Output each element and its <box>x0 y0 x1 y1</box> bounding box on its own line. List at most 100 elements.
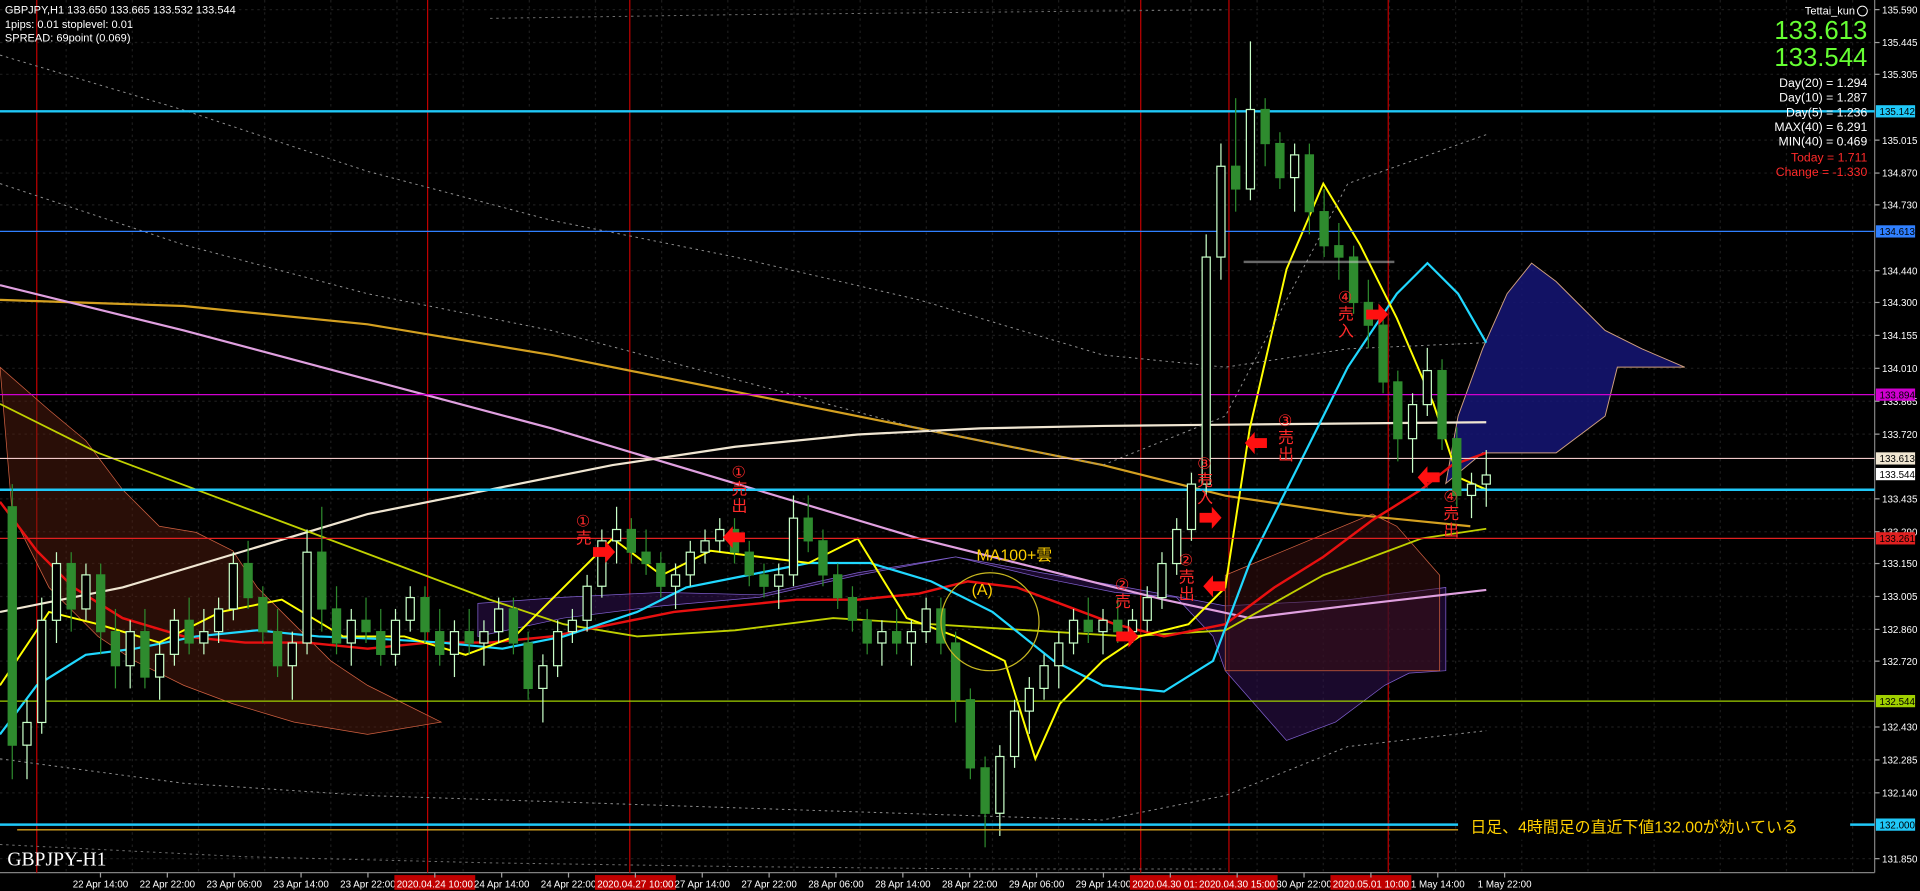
price-tag-label: 133.894 <box>1880 390 1916 401</box>
annotation-4-sell: ④ 売入 <box>1338 289 1354 340</box>
candle-body <box>22 721 32 746</box>
candle-body <box>317 551 327 610</box>
candle-body <box>788 517 799 576</box>
candle-body <box>774 574 784 587</box>
y-tick-label: 132.860 <box>1882 625 1918 636</box>
x-tick-label: 23 Apr 14:00 <box>273 879 329 890</box>
candle-body <box>1481 474 1491 485</box>
x-tick-label: 24 Apr 22:00 <box>541 879 597 890</box>
candle-body <box>331 608 342 644</box>
candle-body <box>1039 665 1049 690</box>
candle-body <box>420 596 430 633</box>
x-tick-label: 1 May 14:00 <box>1411 879 1465 890</box>
candle-body <box>1334 245 1344 258</box>
candle-body <box>1289 154 1300 179</box>
x-tick-label: 22 Apr 22:00 <box>140 879 196 890</box>
annotation-1-sell: ①売 <box>576 513 592 547</box>
candle-body <box>1157 562 1167 599</box>
annotation-ma-cloud: MA100+雲 <box>977 548 1053 565</box>
x-tick-label: 2020.04.27 10:00 <box>597 879 674 890</box>
candle-body <box>66 562 76 610</box>
candle-body <box>1378 324 1388 383</box>
y-tick-label: 135.445 <box>1882 38 1918 49</box>
hud-stat: Day(5) = 1.236 <box>1786 105 1868 119</box>
candle-body <box>847 596 858 621</box>
candle-body <box>803 517 813 542</box>
hud-bid: 133.613 <box>1774 17 1867 45</box>
candle-body <box>346 619 356 644</box>
candle-body <box>258 596 268 633</box>
x-tick-label: 27 Apr 14:00 <box>674 879 730 890</box>
candle-body <box>862 619 872 644</box>
y-tick-label: 132.285 <box>1882 756 1918 767</box>
hud-stat: Day(20) = 1.294 <box>1779 76 1867 90</box>
y-tick-label: 134.300 <box>1882 298 1918 309</box>
candle-body <box>1437 369 1447 440</box>
candle-body <box>626 528 636 553</box>
x-tick-label: 22 Apr 14:00 <box>73 879 129 890</box>
y-tick-label: 133.720 <box>1882 430 1918 441</box>
price-tag-label: 132.000 <box>1880 820 1916 831</box>
x-tick-label: 27 Apr 22:00 <box>741 879 797 890</box>
candle-body <box>833 574 843 599</box>
price-tag-label: 133.261 <box>1880 534 1915 545</box>
candle-body <box>1260 108 1270 145</box>
y-tick-label: 134.730 <box>1882 201 1918 212</box>
symbol-label: GBPJPY-H1 <box>7 849 106 870</box>
candle-body <box>744 551 754 576</box>
candle-body <box>213 608 224 633</box>
candle-body <box>538 665 548 690</box>
y-tick-label: 132.430 <box>1882 723 1918 734</box>
candle-body <box>81 574 91 610</box>
candle-body <box>1186 483 1197 531</box>
header-line-2: 1pips: 0.01 stoplevel: 0.01 <box>5 19 133 31</box>
candle-body <box>656 562 666 587</box>
annotation-2-sell: ②売 <box>1115 577 1131 611</box>
annotation-3-exit: ③ 売出 <box>1278 413 1294 464</box>
candle-body <box>51 562 62 621</box>
candle-body <box>1275 142 1285 179</box>
candle-body <box>287 642 297 667</box>
price-tag-label: 132.544 <box>1880 697 1916 708</box>
x-tick-label: 28 Apr 14:00 <box>875 879 931 890</box>
candle-body <box>435 631 445 655</box>
candle-body <box>980 767 990 814</box>
price-tag-label: 133.613 <box>1880 454 1916 465</box>
note-label: 日足、4時間足の直近下値132.00が効いている <box>1470 818 1798 836</box>
candle-body <box>1304 154 1315 213</box>
candle-body <box>508 608 519 644</box>
candle-body <box>1407 404 1418 440</box>
candle-body <box>494 608 504 633</box>
candle-body <box>37 619 47 724</box>
y-tick-label: 133.150 <box>1882 559 1918 570</box>
candle-body <box>1466 483 1477 497</box>
hud-stat: MAX(40) = 6.291 <box>1774 120 1867 134</box>
candle-body <box>199 631 209 644</box>
candle-body <box>272 631 283 667</box>
y-tick-label: 133.435 <box>1882 495 1918 506</box>
candle-body <box>361 619 371 633</box>
x-tick-label: 29 Apr 06:00 <box>1009 879 1065 890</box>
price-tag-label: 135.142 <box>1880 107 1915 118</box>
hud-ask: 133.544 <box>1774 44 1867 72</box>
x-tick-label: 30 Apr 22:00 <box>1276 879 1332 890</box>
candle-body <box>184 619 194 644</box>
x-tick-label: 28 Apr 06:00 <box>808 879 864 890</box>
x-tick-label: 29 Apr 14:00 <box>1076 879 1132 890</box>
candle-body <box>154 653 165 678</box>
annotation-3-sell: ③ 売入 <box>1197 456 1213 507</box>
candle-body <box>169 619 180 655</box>
price-tag-label: 133.544 <box>1880 470 1916 481</box>
candle-body <box>464 631 474 644</box>
y-tick-label: 135.590 <box>1882 5 1918 16</box>
chart[interactable]: ①売 ① 売出 ②売 ② 売出 ③ 売入 ③ 売出 ④ 売入 ④ 売出 MA100+雲 (A… <box>0 0 1920 891</box>
hud-stat: MIN(40) = 0.469 <box>1779 135 1868 149</box>
candle-body <box>641 551 651 565</box>
candle-body <box>1068 619 1079 644</box>
candle-body <box>995 755 1005 814</box>
candle-body <box>1024 687 1034 712</box>
x-tick-label: 2020.04.30 15:00 <box>1199 879 1276 890</box>
candle-body <box>700 540 710 553</box>
hud-stat: Day(10) = 1.287 <box>1779 91 1867 105</box>
y-tick-label: 134.155 <box>1882 331 1918 342</box>
